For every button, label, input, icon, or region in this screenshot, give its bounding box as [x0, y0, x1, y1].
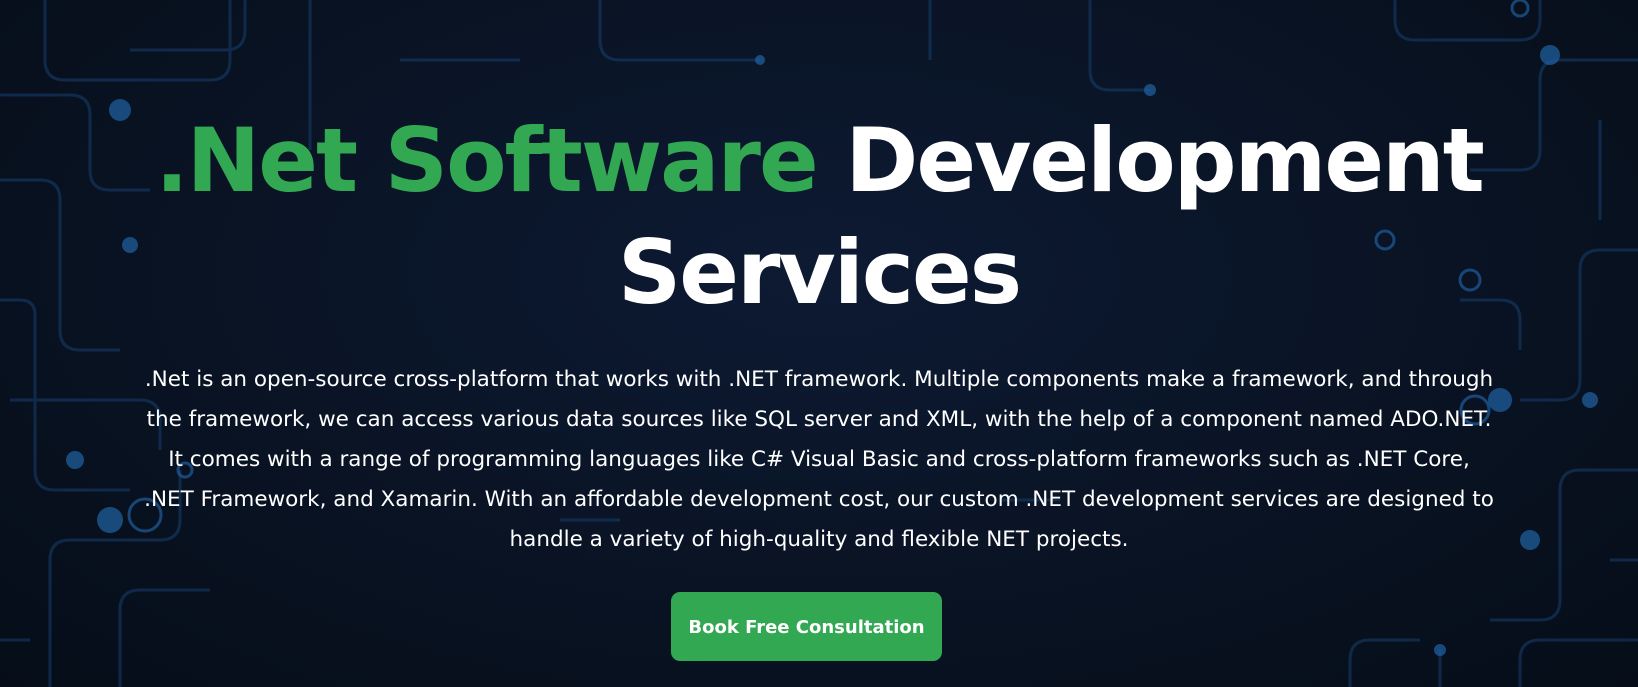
hero-content: .Net Software Development Services .Net … — [0, 0, 1638, 687]
hero-description: .Net is an open-source cross-platform th… — [144, 367, 1494, 552]
hero-section: .Net Software Development Services .Net … — [0, 0, 1638, 687]
page-title: .Net Software Development Services — [0, 105, 1638, 329]
title-accent-text: .Net Software — [155, 109, 818, 212]
book-free-consultation-button[interactable]: Book Free Consultation — [671, 592, 942, 661]
